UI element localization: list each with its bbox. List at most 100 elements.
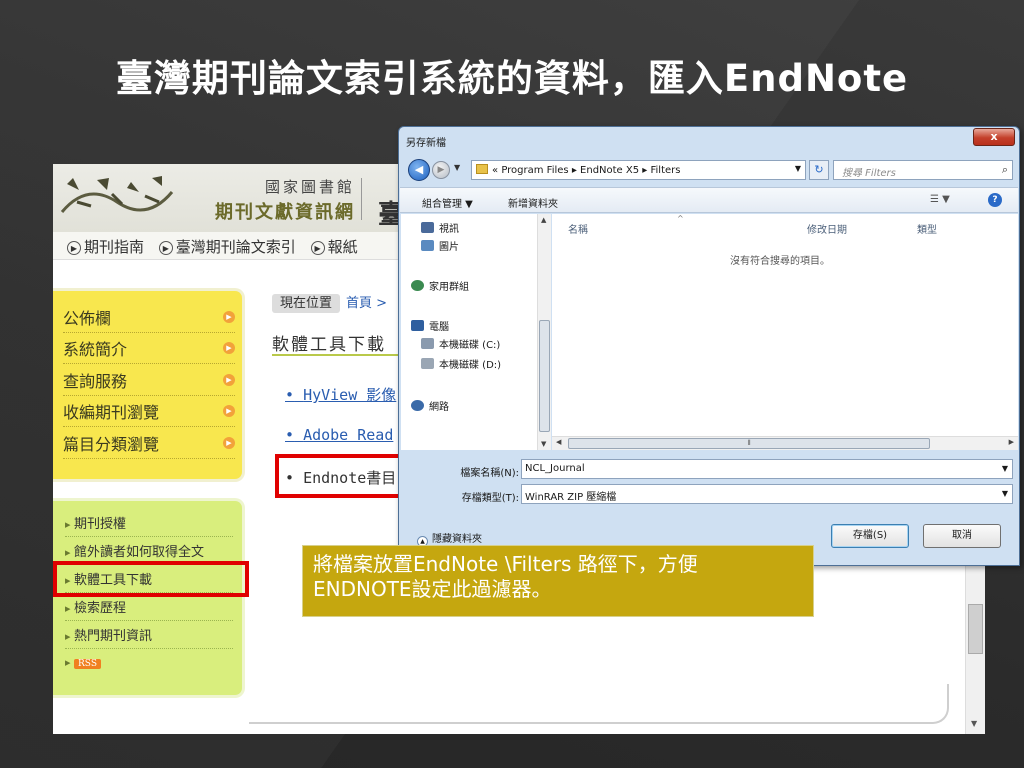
breadcrumb-home-link[interactable]: 首頁 >: [346, 296, 387, 311]
nav-item-label: 視訊: [439, 224, 459, 235]
nav-label: 臺灣期刊論文索引: [175, 238, 296, 256]
bullet: •: [285, 386, 295, 404]
nav-item-label: 本機磁碟 (D:): [439, 360, 502, 371]
nav-network[interactable]: 網路: [411, 398, 449, 413]
history-dropdown-icon[interactable]: ▼: [454, 163, 460, 172]
breadcrumb-current: 現在位置: [272, 294, 341, 313]
cancel-button[interactable]: 取消: [923, 524, 1001, 548]
link-adobe-reader[interactable]: • Adobe Read: [285, 426, 393, 444]
network-icon: [411, 400, 424, 411]
help-icon[interactable]: ?: [988, 193, 1002, 207]
search-input[interactable]: 搜尋 Filters ⌕: [833, 160, 1013, 180]
address-bar[interactable]: « Program Files ▸ EndNote X5 ▸ Filters ▼: [471, 160, 806, 180]
scroll-right-icon[interactable]: ▶: [1009, 438, 1014, 446]
nav-drive-c[interactable]: 本機磁碟 (C:): [421, 336, 500, 351]
nav-pane-scrollbar[interactable]: ▲ ▼: [537, 214, 551, 450]
menu-item-licensing[interactable]: 期刊授權: [65, 513, 233, 537]
play-icon: ▶: [310, 241, 325, 255]
nav-videos[interactable]: 視訊: [421, 220, 459, 235]
save-button[interactable]: 存檔(S): [831, 524, 909, 548]
file-list-hscrollbar[interactable]: ◀ ⦀ ▶: [552, 436, 1018, 450]
drive-icon: [421, 358, 434, 369]
scrollbar-thumb[interactable]: [968, 604, 983, 654]
forward-arrow-icon[interactable]: ▶: [432, 161, 450, 179]
new-folder-button[interactable]: 新增資料夾: [508, 195, 558, 210]
filename-value: NCL_Journal: [525, 463, 585, 474]
link-label: HyView 影像: [303, 386, 397, 404]
menu-item-intro[interactable]: 系統簡介 ▶: [63, 336, 235, 364]
bullet: •: [285, 426, 295, 444]
menu-label: 收編期刊瀏覽: [63, 403, 160, 422]
link-hyview[interactable]: • HyView 影像: [285, 384, 396, 405]
filetype-select[interactable]: WinRAR ZIP 壓縮檔 ▼: [521, 484, 1013, 504]
filename-field[interactable]: NCL_Journal ▼: [521, 459, 1013, 479]
callout-line-2: ENDNOTE設定此過濾器。: [313, 577, 552, 601]
address-overflow[interactable]: «: [492, 165, 498, 176]
scrollbar-thumb[interactable]: ⦀: [568, 438, 930, 449]
play-icon: ▶: [67, 241, 81, 255]
homegroup-icon: [411, 280, 424, 291]
nav-homegroup[interactable]: 家用群組: [411, 278, 469, 293]
bamboo-logo-art: [60, 176, 174, 213]
nav-label: 報紙: [327, 238, 358, 256]
address-segment-filters[interactable]: Filters: [651, 165, 681, 176]
content-frame-edge: [249, 684, 949, 724]
menu-item-bulletin[interactable]: 公佈欄 ▶: [63, 305, 235, 333]
chevron-down-icon[interactable]: ▼: [795, 164, 801, 173]
menu-item-hot-journals[interactable]: 熱門期刊資訊: [65, 625, 233, 649]
chevron-down-icon[interactable]: ▼: [1002, 464, 1008, 473]
highlight-box-software-download: [53, 561, 249, 597]
nav-item-journal-guide[interactable]: ▶ 期刊指南: [67, 238, 144, 256]
search-icon[interactable]: ⌕: [1002, 163, 1008, 177]
link-label: Adobe Read: [303, 426, 394, 444]
nav-item-newspaper[interactable]: ▶ 報紙: [310, 238, 358, 256]
address-segment-endnote[interactable]: EndNote X5: [580, 165, 639, 176]
back-arrow-icon[interactable]: ◀: [408, 159, 430, 181]
scroll-up-icon[interactable]: ▲: [541, 216, 546, 224]
dialog-title: 另存新檔: [406, 138, 446, 149]
view-options-icon[interactable]: ☰ ▼: [930, 194, 950, 205]
arrow-circle-icon: ▶: [223, 311, 235, 323]
sort-ascending-icon: ^: [677, 214, 684, 223]
content-title: 軟體工具下載: [272, 335, 386, 355]
arrow-circle-icon: ▶: [223, 405, 235, 417]
drive-icon: [421, 338, 434, 349]
nav-computer[interactable]: 電腦: [411, 318, 449, 333]
file-list-pane: ^ 名稱 修改日期 類型 沒有符合搜尋的項目。 ◀ ⦀ ▶: [552, 214, 1018, 450]
menu-item-search-history[interactable]: 檢索歷程: [65, 597, 233, 621]
menu-label: 篇目分類瀏覽: [63, 435, 160, 454]
nav-item-journal-index[interactable]: ▶ 臺灣期刊論文索引: [158, 238, 296, 256]
menu-item-journal-browse[interactable]: 收編期刊瀏覽 ▶: [63, 399, 235, 427]
address-segment-program-files[interactable]: Program Files: [501, 165, 568, 176]
nav-item-label: 電腦: [429, 322, 449, 333]
network-name: 期刊文獻資訊網: [215, 202, 355, 223]
library-name: 國家圖書館: [264, 178, 355, 196]
annotation-callout: 將檔案放置EndNote \Filters 路徑下，方便 ENDNOTE設定此過…: [302, 545, 814, 617]
main-menu: 公佈欄 ▶ 系統簡介 ▶ 查詢服務 ▶ 收編期刊瀏覽 ▶ 篇目分類瀏覽 ▶: [53, 288, 245, 482]
nav-pictures[interactable]: 圖片: [421, 238, 459, 253]
menu-item-category-browse[interactable]: 篇目分類瀏覽 ▶: [63, 431, 235, 459]
pictures-icon: [421, 240, 434, 251]
chevron-down-icon[interactable]: ▼: [1002, 489, 1008, 498]
search-placeholder: 搜尋 Filters: [842, 168, 896, 179]
close-button[interactable]: x: [973, 128, 1015, 146]
rss-icon: RSS: [74, 659, 101, 669]
scroll-down-icon[interactable]: ▼: [971, 719, 977, 728]
arrow-circle-icon: ▶: [223, 342, 235, 354]
nav-drive-d[interactable]: 本機磁碟 (D:): [421, 356, 501, 371]
scroll-left-icon[interactable]: ◀: [556, 438, 561, 446]
organize-button[interactable]: 組合管理 ▼: [422, 195, 473, 210]
column-header-type[interactable]: 類型: [917, 221, 937, 236]
menu-item-query-service[interactable]: 查詢服務 ▶: [63, 368, 235, 396]
dialog-toolbar: 組合管理 ▼ 新增資料夾 ☰ ▼ ?: [400, 187, 1018, 213]
nav-item-label: 家用群組: [429, 282, 469, 293]
nav-item-label: 網路: [429, 402, 449, 413]
save-as-dialog: 另存新檔 x ◀ ▶ ▼ « Program Files ▸ EndNote X…: [398, 126, 1020, 566]
scroll-down-icon[interactable]: ▼: [541, 440, 546, 448]
scrollbar-thumb[interactable]: [539, 320, 550, 432]
rss-item[interactable]: RSS: [65, 655, 233, 679]
nav-item-label: 本機磁碟 (C:): [439, 340, 501, 351]
refresh-icon[interactable]: ↻: [809, 160, 829, 180]
column-header-name[interactable]: 名稱: [568, 221, 588, 236]
column-header-date[interactable]: 修改日期: [807, 221, 847, 236]
